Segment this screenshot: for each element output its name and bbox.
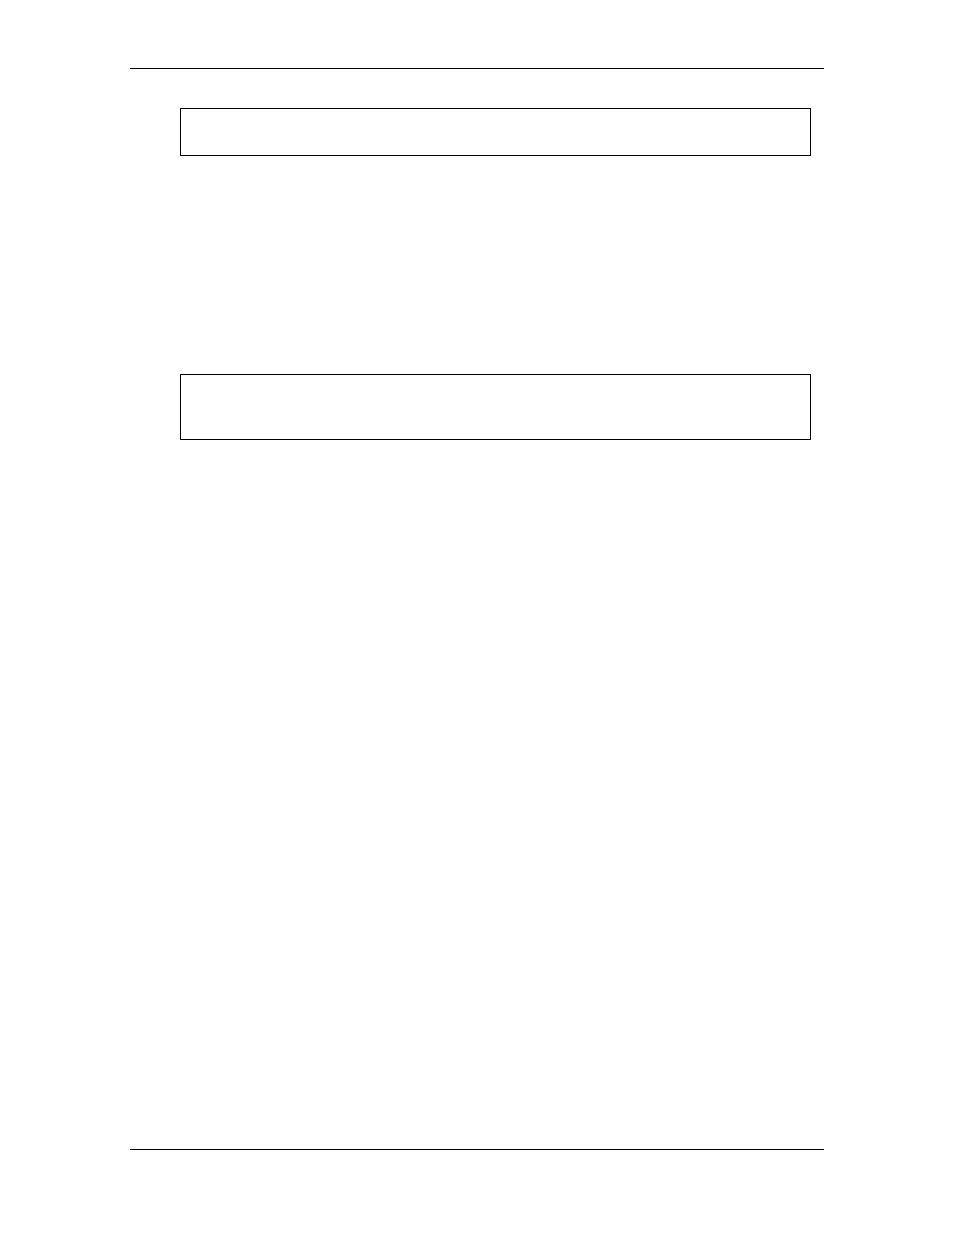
footer-rule	[130, 1149, 824, 1150]
content-box-1	[180, 108, 811, 156]
header-rule	[130, 68, 824, 69]
content-box-2	[180, 374, 811, 440]
